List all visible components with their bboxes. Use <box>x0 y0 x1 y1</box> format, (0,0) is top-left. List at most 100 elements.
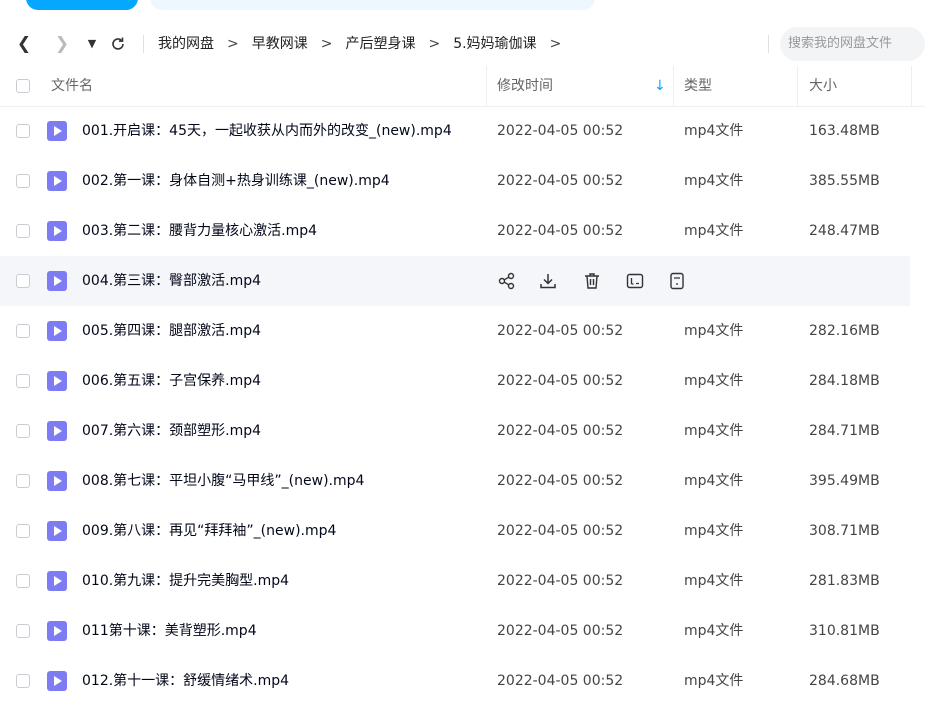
nav-divider <box>143 35 144 53</box>
file-type: mp4文件 <box>684 523 744 539</box>
video-file-icon <box>47 371 67 391</box>
video-file-icon <box>47 171 67 191</box>
column-divider <box>673 66 674 106</box>
file-size: 281.83MB <box>809 573 880 589</box>
file-modified: 2022-04-05 00:52 <box>497 123 624 139</box>
breadcrumb-item-root[interactable]: 我的网盘 <box>158 36 214 52</box>
file-name[interactable]: 007.第六课：颈部塑形.mp4 <box>82 406 261 456</box>
file-size: 284.68MB <box>809 673 880 689</box>
file-size: 248.47MB <box>809 223 880 239</box>
row-checkbox[interactable] <box>16 474 30 488</box>
file-name[interactable]: 003.第二课：腰背力量核心激活.mp4 <box>82 206 317 256</box>
file-modified: 2022-04-05 00:52 <box>497 573 624 589</box>
column-divider <box>911 66 912 106</box>
file-modified: 2022-04-05 00:52 <box>497 323 624 339</box>
row-checkbox[interactable] <box>16 174 30 188</box>
column-header-modified[interactable]: 修改时间 <box>497 66 553 106</box>
row-checkbox[interactable] <box>16 574 30 588</box>
file-name[interactable]: 001.开启课：45天，一起收获从内而外的改变_(new).mp4 <box>82 106 452 156</box>
delete-icon[interactable] <box>582 271 602 291</box>
breadcrumb-separator: > <box>227 36 239 52</box>
file-size: 385.55MB <box>809 173 880 189</box>
file-row[interactable]: 009.第八课：再见“拜拜袖”_(new).mp4 2022-04-05 00:… <box>0 506 925 556</box>
file-size: 308.71MB <box>809 523 880 539</box>
file-name[interactable]: 006.第五课：子宫保养.mp4 <box>82 356 261 406</box>
file-type: mp4文件 <box>684 323 744 339</box>
file-list: 001.开启课：45天，一起收获从内而外的改变_(new).mp4 2022-0… <box>0 106 925 706</box>
search-input[interactable]: 搜索我的网盘文件 <box>780 27 925 61</box>
navigation-bar: ❮ ❯ ▼ 我的网盘 > 早教网课 > 产后塑身课 >5.妈妈瑜伽课 > 搜索我的网盘文件 <box>0 22 925 66</box>
rename-icon[interactable] <box>625 271 645 291</box>
row-checkbox[interactable] <box>16 524 30 538</box>
file-name[interactable]: 009.第八课：再见“拜拜袖”_(new).mp4 <box>82 506 336 556</box>
file-modified: 2022-04-05 00:52 <box>497 423 624 439</box>
row-checkbox[interactable] <box>16 124 30 138</box>
file-row[interactable]: 011第十课：美背塑形.mp4 2022-04-05 00:52 mp4文件 3… <box>0 606 925 656</box>
file-name[interactable]: 004.第三课：臀部激活.mp4 <box>82 256 261 306</box>
file-type: mp4文件 <box>684 123 744 139</box>
file-row[interactable]: 012.第十一课：舒缓情绪术.mp4 2022-04-05 00:52 mp4文… <box>0 656 925 706</box>
file-type: mp4文件 <box>684 423 744 439</box>
sort-desc-icon[interactable]: ↓ <box>654 66 666 106</box>
row-checkbox[interactable] <box>16 274 30 288</box>
video-file-icon <box>47 671 67 691</box>
column-header-type[interactable]: 类型 <box>684 66 712 106</box>
history-dropdown-icon[interactable]: ▼ <box>84 22 100 66</box>
video-file-icon <box>47 321 67 341</box>
file-size: 395.49MB <box>809 473 880 489</box>
top-toolbar-area <box>150 0 595 10</box>
share-icon[interactable] <box>497 271 517 291</box>
copy-icon[interactable] <box>667 271 687 291</box>
breadcrumb-item-postpartum[interactable]: 产后塑身课 <box>345 36 415 52</box>
file-modified: 2022-04-05 00:52 <box>497 173 624 189</box>
file-row[interactable]: 005.第四课：腿部激活.mp4 2022-04-05 00:52 mp4文件 … <box>0 306 925 356</box>
breadcrumb-item-early-education[interactable]: 早教网课 <box>252 36 308 52</box>
file-name[interactable]: 011第十课：美背塑形.mp4 <box>82 606 257 656</box>
column-header-size[interactable]: 大小 <box>809 66 837 106</box>
breadcrumb-item-current[interactable]: 5.妈妈瑜伽课 <box>453 36 536 52</box>
row-checkbox[interactable] <box>16 424 30 438</box>
file-size: 284.18MB <box>809 373 880 389</box>
file-name[interactable]: 010.第九课：提升完美胸型.mp4 <box>82 556 289 606</box>
file-row[interactable]: 001.开启课：45天，一起收获从内而外的改变_(new).mp4 2022-0… <box>0 106 925 156</box>
video-file-icon <box>47 271 67 291</box>
file-size: 284.71MB <box>809 423 880 439</box>
file-row[interactable]: 008.第七课：平坦小腹“马甲线”_(new).mp4 2022-04-05 0… <box>0 456 925 506</box>
forward-icon[interactable]: ❯ <box>50 22 74 66</box>
top-bar <box>0 0 925 16</box>
row-checkbox[interactable] <box>16 674 30 688</box>
file-type: mp4文件 <box>684 223 744 239</box>
column-divider <box>486 66 487 106</box>
file-type: mp4文件 <box>684 373 744 389</box>
file-name[interactable]: 008.第七课：平坦小腹“马甲线”_(new).mp4 <box>82 456 364 506</box>
file-row-hovered[interactable]: 004.第三课：臀部激活.mp4 <box>0 256 910 306</box>
file-name[interactable]: 012.第十一课：舒缓情绪术.mp4 <box>82 656 289 706</box>
row-checkbox[interactable] <box>16 224 30 238</box>
file-row[interactable]: 007.第六课：颈部塑形.mp4 2022-04-05 00:52 mp4文件 … <box>0 406 925 456</box>
file-type: mp4文件 <box>684 623 744 639</box>
back-icon[interactable]: ❮ <box>12 22 36 66</box>
file-modified: 2022-04-05 00:52 <box>497 373 624 389</box>
breadcrumb-separator: > <box>320 36 333 52</box>
video-file-icon <box>47 421 67 441</box>
row-checkbox[interactable] <box>16 324 30 338</box>
select-all-checkbox[interactable] <box>16 79 30 93</box>
download-icon[interactable] <box>538 271 558 291</box>
column-header-name[interactable]: 文件名 <box>51 66 93 106</box>
file-row[interactable]: 010.第九课：提升完美胸型.mp4 2022-04-05 00:52 mp4文… <box>0 556 925 606</box>
upload-button[interactable] <box>26 0 138 10</box>
row-checkbox[interactable] <box>16 374 30 388</box>
file-size: 163.48MB <box>809 123 880 139</box>
row-checkbox[interactable] <box>16 624 30 638</box>
file-name[interactable]: 002.第一课：身体自测+热身训练课_(new).mp4 <box>82 156 390 206</box>
breadcrumb: 我的网盘 > 早教网课 > 产后塑身课 >5.妈妈瑜伽课 > <box>158 22 574 66</box>
refresh-icon[interactable] <box>106 22 130 66</box>
file-row[interactable]: 002.第一课：身体自测+热身训练课_(new).mp4 2022-04-05 … <box>0 156 925 206</box>
file-name[interactable]: 005.第四课：腿部激活.mp4 <box>82 306 261 356</box>
breadcrumb-separator: > <box>428 36 441 52</box>
file-modified: 2022-04-05 00:52 <box>497 623 624 639</box>
file-row[interactable]: 003.第二课：腰背力量核心激活.mp4 2022-04-05 00:52 mp… <box>0 206 925 256</box>
file-modified: 2022-04-05 00:52 <box>497 673 624 689</box>
file-row[interactable]: 006.第五课：子宫保养.mp4 2022-04-05 00:52 mp4文件 … <box>0 356 925 406</box>
video-file-icon <box>47 571 67 591</box>
